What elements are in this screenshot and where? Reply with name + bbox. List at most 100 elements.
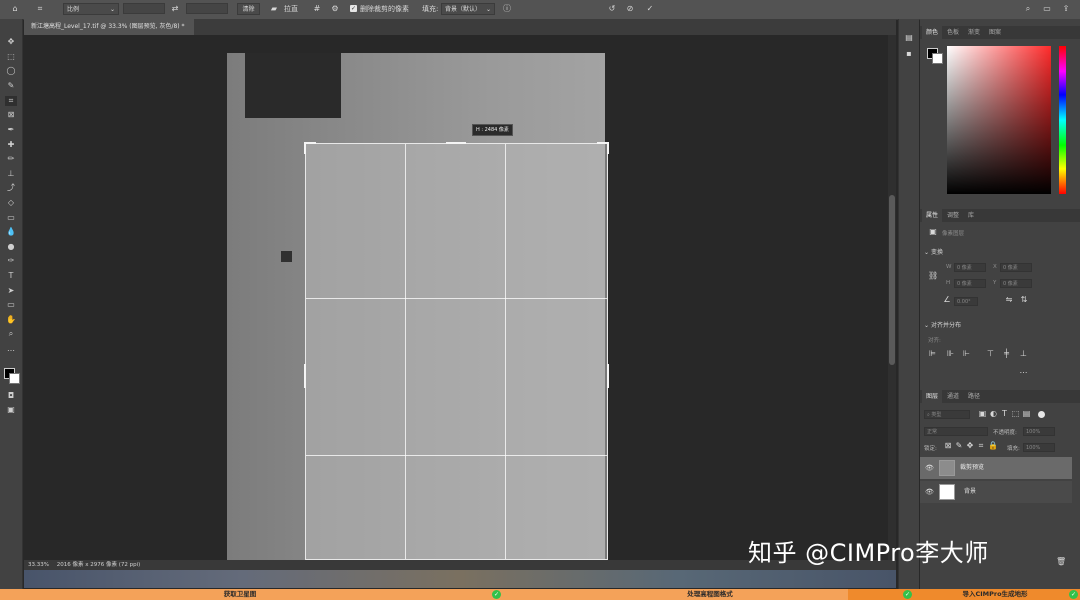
tab-layers[interactable]: 图层 [922,390,943,403]
align-middle-icon[interactable]: ╪ [1002,348,1011,360]
visibility-eye-icon[interactable]: 👁 [925,457,934,479]
fill-select[interactable]: 背景（默认） ⌄ [441,3,495,15]
cancel-icon[interactable]: ⊘ [624,3,636,15]
gear-icon[interactable]: ⚙ [329,3,341,15]
zoom-tool-icon[interactable]: ⌕ [5,329,17,339]
screen-mode-icon[interactable]: ▣ [5,405,17,415]
align-section-header[interactable]: ⌄ 对齐并分布 [924,320,961,329]
straighten-label[interactable]: 拉直 [284,3,298,15]
delete-cropped-checkbox[interactable]: ✓ [350,5,357,12]
eraser-tool-icon[interactable]: ◇ [5,198,17,208]
clear-button[interactable]: 清除 [237,3,260,15]
angle-field[interactable]: 0.00° [954,297,978,306]
flip-horizontal-icon[interactable]: ⇋ [1004,294,1014,306]
transform-section-header[interactable]: ⌄ 变换 [924,247,943,256]
commit-check-icon[interactable]: ✓ [644,3,656,15]
tab-swatches[interactable]: 色板 [943,26,963,39]
share-icon[interactable]: ⇪ [1060,3,1072,15]
filter-adjustment-icon[interactable]: ◐ [989,408,998,420]
tab-gradients[interactable]: 渐变 [964,26,984,39]
filter-shape-icon[interactable]: ⬚ [1011,408,1020,420]
color-picker-field[interactable] [947,46,1051,194]
lock-all-icon[interactable]: 🔒 [988,440,998,452]
filter-type-icon[interactable]: T [1000,408,1009,420]
flip-vertical-icon[interactable]: ⇅ [1019,294,1029,306]
home-icon[interactable]: ⌂ [8,3,22,15]
color-bg-swatch[interactable] [932,53,943,64]
move-tool-icon[interactable]: ✥ [5,37,17,47]
width-field[interactable] [123,3,165,14]
tab-adjustments[interactable]: 调整 [943,209,963,222]
crop-box[interactable] [304,142,609,560]
background-color-swatch[interactable] [9,373,20,384]
trash-icon[interactable]: 🗑 [1056,556,1066,568]
crop-handle-top[interactable] [446,142,466,144]
filter-pixel-icon[interactable]: ▣ [978,408,987,420]
align-left-icon[interactable]: ⊫ [928,348,937,360]
overlay-grid-icon[interactable]: # [311,3,323,15]
more-tools-icon[interactable]: … [5,344,17,354]
filter-smart-object-icon[interactable]: ▤ [1022,408,1031,420]
type-tool-icon[interactable]: T [5,271,17,281]
fill-field[interactable]: 100% [1023,443,1055,452]
search-icon[interactable]: ⌕ [1022,3,1034,15]
path-select-tool-icon[interactable]: ➤ [5,286,17,296]
gradient-tool-icon[interactable]: ▭ [5,213,17,223]
crop-tool-icon[interactable]: ⌗ [5,96,17,106]
swap-icon[interactable]: ⇄ [169,3,181,15]
marquee-tool-icon[interactable]: ⬚ [5,52,17,62]
blend-mode-select[interactable]: 正常 [924,427,988,436]
crop-handle-left[interactable] [304,364,306,388]
hue-slider[interactable] [1059,46,1066,194]
layer-row-crop-preview[interactable]: 👁 裁剪预览 [920,457,1072,479]
quick-select-tool-icon[interactable]: ✎ [5,81,17,91]
layer-kind-filter[interactable]: ⌕ 类型 [924,410,970,419]
tab-libraries[interactable]: 库 [964,209,978,222]
history-brush-icon[interactable]: ⤴ [5,183,17,193]
tab-properties[interactable]: 属性 [922,209,943,222]
crop-handle-top-right[interactable] [597,142,609,154]
elevation-image[interactable] [227,53,609,560]
filter-toggle[interactable] [1038,411,1045,418]
crop-handle-right[interactable] [607,364,609,388]
straighten-icon[interactable]: ▰ [268,3,280,15]
height-field[interactable] [186,3,228,14]
crop-handle-top-left[interactable] [304,142,316,154]
y-field[interactable]: 0 像素 [1000,279,1032,288]
brush-tool-icon[interactable]: ✏ [5,154,17,164]
scrollbar-thumb[interactable] [889,195,895,365]
canvas-area[interactable] [24,35,896,560]
stamp-tool-icon[interactable]: ⊥ [5,169,17,179]
workspace-icon[interactable]: ▭ [1041,3,1053,15]
healing-tool-icon[interactable]: ✚ [5,140,17,150]
tab-color[interactable]: 颜色 [922,26,943,39]
opacity-field[interactable]: 100% [1023,427,1055,436]
lock-position-icon[interactable]: ✥ [966,440,974,452]
blur-tool-icon[interactable]: 💧 [5,227,17,237]
tab-paths[interactable]: 路径 [964,390,984,403]
lock-image-icon[interactable]: ✎ [955,440,963,452]
eyedropper-tool-icon[interactable]: ✒ [5,125,17,135]
dodge-tool-icon[interactable]: ● [5,242,17,252]
ratio-select[interactable]: 比例 ⌄ [63,3,119,15]
info-icon[interactable]: ⓘ [501,3,513,15]
layer-row-background[interactable]: 👁 背景 [920,481,1072,503]
comment-icon[interactable]: ▪ [903,48,915,60]
visibility-eye-icon[interactable]: 👁 [925,481,934,503]
h-field[interactable]: 0 像素 [954,279,986,288]
document-tab[interactable]: 新江塘高程_Level_17.tif @ 33.3% (图层预览, 灰色/8) … [24,19,194,35]
crop-tool-icon[interactable]: ⌗ [33,3,47,15]
align-bottom-icon[interactable]: ⊥ [1019,348,1028,360]
reset-icon[interactable]: ↺ [606,3,618,15]
tab-patterns[interactable]: 图案 [985,26,1005,39]
quick-mask-icon[interactable]: ◘ [5,391,17,401]
vertical-scrollbar[interactable] [888,35,896,560]
history-icon[interactable]: ▤ [903,32,915,44]
align-top-icon[interactable]: ⊤ [986,348,995,360]
align-center-icon[interactable]: ⊪ [946,348,955,360]
lock-transparent-icon[interactable]: ⊠ [944,440,952,452]
link-icon[interactable]: ⛓ [928,270,938,282]
lock-artboard-icon[interactable]: ⌗ [977,440,985,452]
frame-tool-icon[interactable]: ⊠ [5,110,17,120]
lasso-tool-icon[interactable]: ◯ [5,66,17,76]
